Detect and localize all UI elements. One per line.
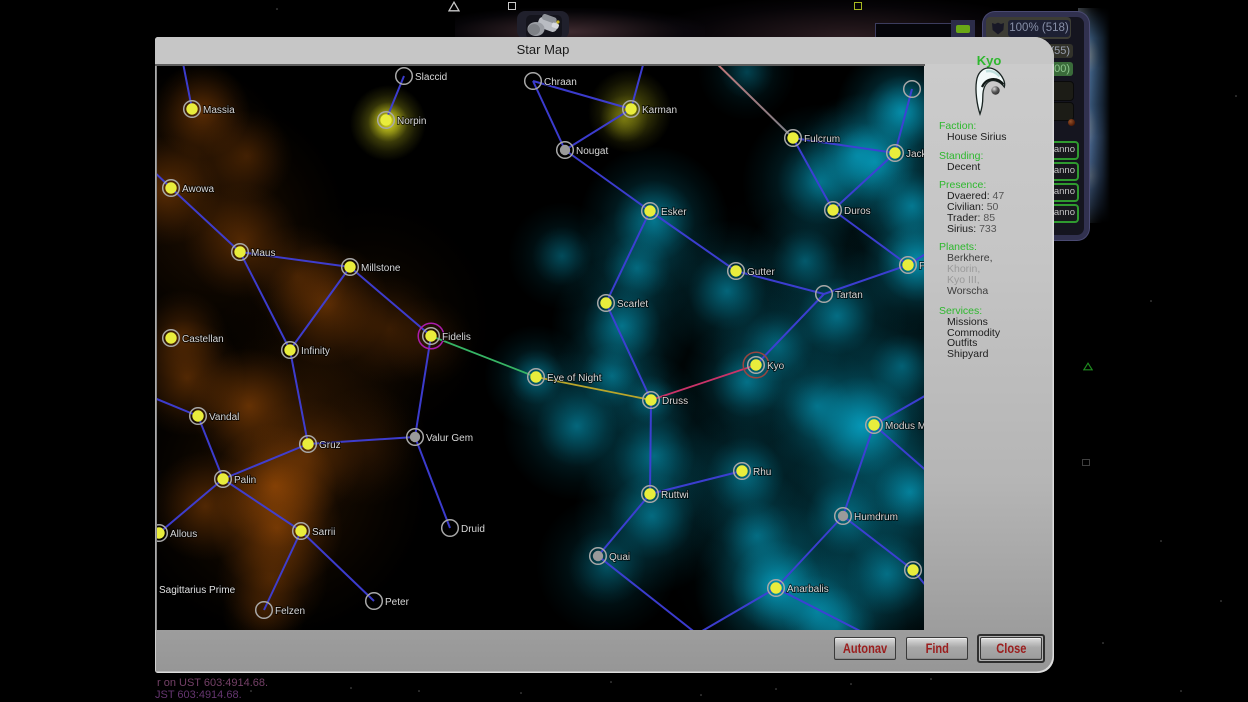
svg-text:Vandal: Vandal (209, 412, 239, 423)
svg-text:Esker: Esker (661, 207, 687, 218)
svg-text:Chraan: Chraan (544, 77, 577, 88)
svg-text:Anarbalis: Anarbalis (787, 584, 829, 595)
svg-text:Druid: Druid (461, 524, 485, 535)
svg-text:Gruz: Gruz (319, 440, 341, 451)
svg-text:Scarlet: Scarlet (617, 299, 648, 310)
svg-text:Slaccid: Slaccid (415, 72, 447, 83)
svg-text:Peter: Peter (385, 597, 410, 608)
svg-text:Norpin: Norpin (397, 116, 426, 127)
svg-text:Quai: Quai (609, 552, 630, 563)
svg-text:Felzen: Felzen (275, 606, 305, 617)
svg-text:Palin: Palin (234, 475, 256, 486)
svg-text:Rhu: Rhu (753, 467, 771, 478)
svg-text:Infinity: Infinity (301, 346, 330, 357)
svg-text:Tartan: Tartan (835, 290, 863, 301)
svg-text:Kyo: Kyo (767, 361, 785, 372)
svg-text:Duros: Duros (844, 206, 871, 217)
svg-text:Gutter: Gutter (747, 267, 775, 278)
svg-text:Modus Ma: Modus Ma (885, 421, 924, 432)
svg-text:Valur Gem: Valur Gem (426, 433, 473, 444)
svg-text:Eye of Night: Eye of Night (547, 373, 602, 384)
svg-text:Fulcrum: Fulcrum (804, 134, 840, 145)
svg-text:Fidelis: Fidelis (442, 332, 471, 343)
svg-text:Millstone: Millstone (361, 263, 401, 274)
svg-text:Karman: Karman (642, 105, 677, 116)
svg-text:Nougat: Nougat (576, 146, 608, 157)
svg-text:Allous: Allous (170, 529, 197, 540)
svg-text:Humdrum: Humdrum (854, 512, 898, 523)
svg-text:Druss: Druss (662, 396, 688, 407)
svg-text:Sagittarius Prime: Sagittarius Prime (159, 585, 236, 596)
svg-text:Sarrii: Sarrii (312, 527, 335, 538)
svg-text:Maus: Maus (251, 248, 275, 259)
svg-text:Jack: Jack (906, 149, 924, 160)
svg-text:Massia: Massia (203, 105, 235, 116)
svg-text:Ruttwi: Ruttwi (661, 490, 689, 501)
svg-text:Awowa: Awowa (182, 184, 214, 195)
svg-text:Castellan: Castellan (182, 334, 224, 345)
